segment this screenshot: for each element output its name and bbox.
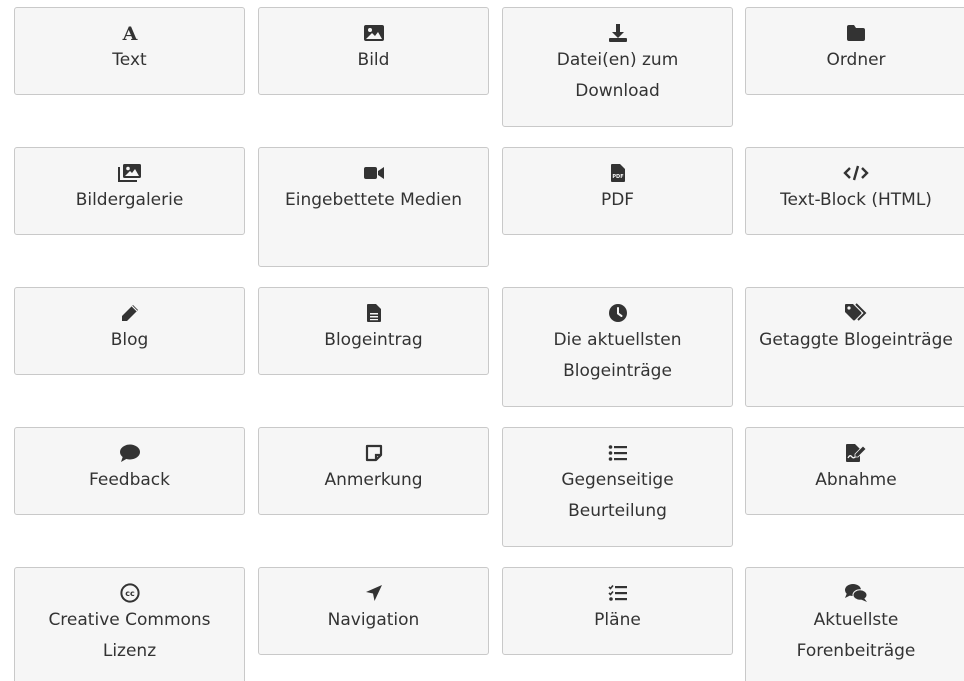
- image-gallery-icon: [117, 162, 143, 184]
- tile-label: Pläne: [594, 610, 641, 630]
- folder-icon: [843, 22, 869, 44]
- tile-pdf[interactable]: PDF PDF: [502, 147, 733, 235]
- svg-text:A: A: [121, 23, 137, 43]
- sticky-note-icon: [361, 442, 387, 464]
- tile-peer-assessment[interactable]: Gegenseitige Beurteilung: [502, 427, 733, 547]
- tile-label: Creative Commons Lizenz: [48, 610, 211, 661]
- tile-latest-blog-posts[interactable]: Die aktuellsten Blogeinträge: [502, 287, 733, 407]
- download-icon: [605, 22, 631, 44]
- tile-latest-forum-posts[interactable]: Aktuellste Forenbeiträge: [745, 567, 964, 681]
- tile-tagged-blog-posts[interactable]: Getaggte Blogeinträge: [745, 287, 964, 407]
- tile-label: PDF: [600, 190, 635, 210]
- tile-image-gallery[interactable]: Bildergalerie: [14, 147, 245, 235]
- tile-label: Datei(en) zum Download: [556, 50, 679, 101]
- tile-label: Abnahme: [815, 470, 897, 490]
- tile-html-block[interactable]: Text-Block (HTML): [745, 147, 964, 235]
- tile-label: Blogeintrag: [324, 330, 423, 350]
- tile-label: Text: [112, 50, 147, 70]
- text-font-icon: A: [117, 22, 143, 44]
- comments-icon: [843, 582, 869, 604]
- tile-embedded-media[interactable]: Eingebettete Medien: [258, 147, 489, 267]
- tile-label: Aktuellste Forenbeiträge: [796, 610, 916, 661]
- creative-commons-icon: cc: [117, 582, 143, 604]
- tile-plans[interactable]: Pläne: [502, 567, 733, 655]
- tile-blog[interactable]: Blog: [14, 287, 245, 375]
- tile-label: Getaggte Blogeinträge: [759, 330, 953, 350]
- tile-image[interactable]: Bild: [258, 7, 489, 95]
- tile-navigation[interactable]: Navigation: [258, 567, 489, 655]
- tile-label: Feedback: [89, 470, 170, 490]
- tags-icon: [843, 302, 869, 324]
- tile-creative-commons[interactable]: cc Creative Commons Lizenz: [14, 567, 245, 681]
- pdf-file-icon: PDF: [605, 162, 631, 184]
- tile-label: Ordner: [826, 50, 886, 70]
- tile-label: Bildergalerie: [75, 190, 184, 210]
- tile-feedback[interactable]: Feedback: [14, 427, 245, 515]
- tile-folder[interactable]: Ordner: [745, 7, 964, 95]
- image-icon: [361, 22, 387, 44]
- tile-sign-off[interactable]: Abnahme: [745, 427, 964, 515]
- checklist-icon: [605, 582, 631, 604]
- content-type-grid: A Text Bild Datei(en) zum Download Ordne…: [0, 0, 964, 681]
- code-icon: [843, 162, 869, 184]
- tile-text[interactable]: A Text: [14, 7, 245, 95]
- list-icon: [605, 442, 631, 464]
- tile-label: Eingebettete Medien: [285, 190, 462, 210]
- tile-label: Die aktuellsten Blogeinträge: [553, 330, 682, 381]
- tile-download[interactable]: Datei(en) zum Download: [502, 7, 733, 127]
- pencil-icon: [117, 302, 143, 324]
- video-camera-icon: [361, 162, 387, 184]
- tile-label: Gegenseitige Beurteilung: [561, 470, 674, 521]
- svg-text:PDF: PDF: [612, 174, 623, 180]
- document-icon: [361, 302, 387, 324]
- tile-blog-post[interactable]: Blogeintrag: [258, 287, 489, 375]
- tile-label: Blog: [110, 330, 149, 350]
- location-arrow-icon: [361, 582, 387, 604]
- tile-label: Navigation: [327, 610, 420, 630]
- comment-icon: [117, 442, 143, 464]
- tile-label: Text-Block (HTML): [780, 190, 932, 210]
- signature-icon: [843, 442, 869, 464]
- tile-label: Bild: [357, 50, 390, 70]
- clock-icon: [605, 302, 631, 324]
- svg-text:cc: cc: [125, 589, 135, 598]
- tile-annotation[interactable]: Anmerkung: [258, 427, 489, 515]
- tile-label: Anmerkung: [324, 470, 423, 490]
